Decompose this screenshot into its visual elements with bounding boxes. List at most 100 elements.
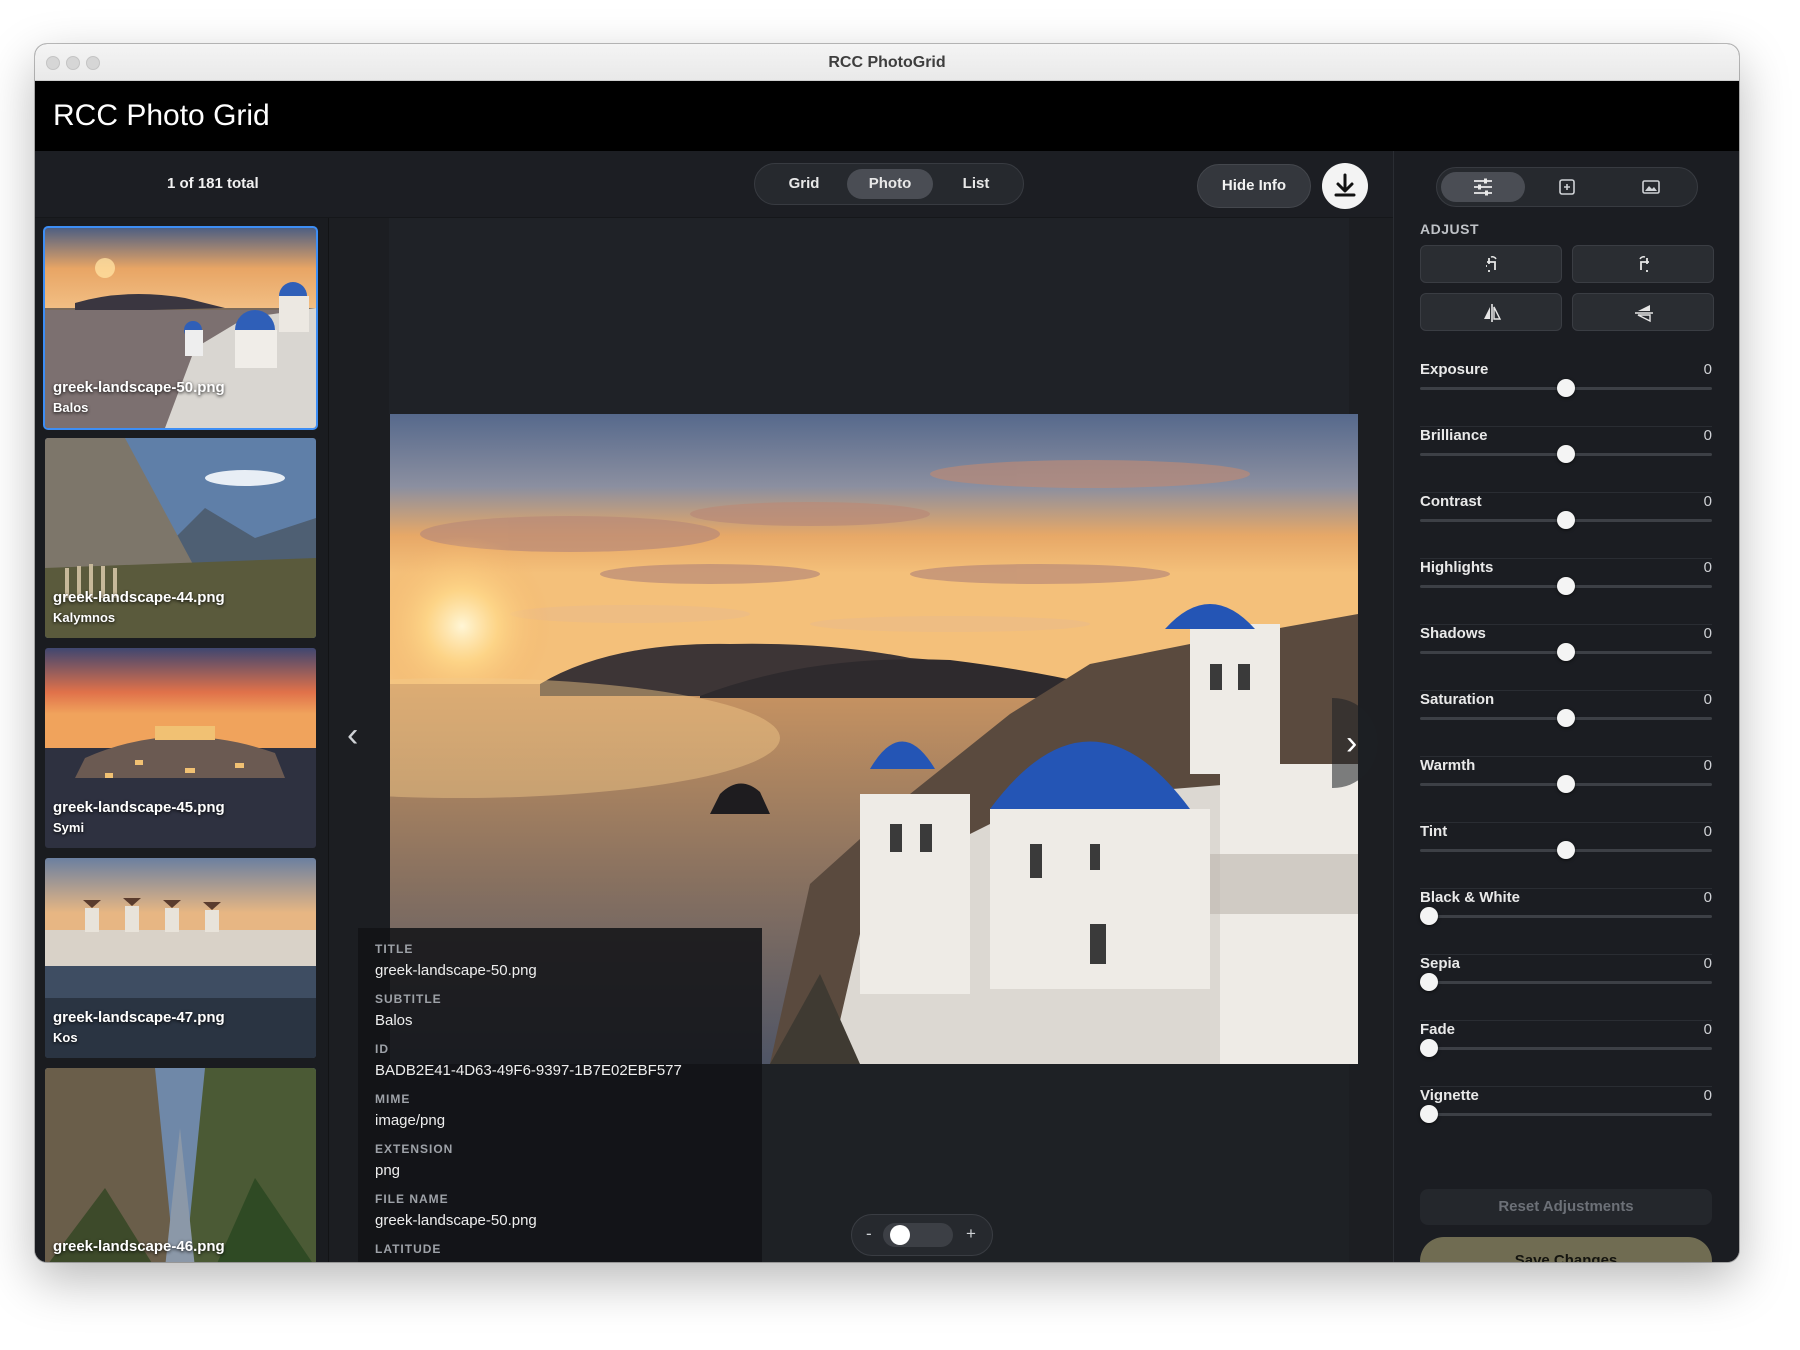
slider-knob[interactable] <box>1557 841 1575 859</box>
window-title: RCC PhotoGrid <box>828 54 946 71</box>
slider-value: 0 <box>1703 625 1712 642</box>
info-file-name-value: greek-landscape-50.png <box>375 1212 537 1229</box>
hide-info-button[interactable]: Hide Info <box>1197 164 1311 208</box>
slider-label: Exposure <box>1420 361 1489 378</box>
slider-black-white: Black & White 0 <box>1420 889 1712 955</box>
slider-fade: Fade 0 <box>1420 1021 1712 1087</box>
thumbnail-item[interactable]: greek-landscape-50.png Balos <box>43 226 318 430</box>
previous-photo-button[interactable]: ‹ <box>347 716 358 755</box>
thumbnail-title: greek-landscape-44.png <box>53 589 225 606</box>
slider-knob[interactable] <box>1420 973 1438 991</box>
flip-vertical-icon <box>1635 305 1653 323</box>
zoom-out-button[interactable]: - <box>866 1224 872 1244</box>
slider-knob[interactable] <box>1557 577 1575 595</box>
slider-value: 0 <box>1703 493 1712 510</box>
slider-tint: Tint 0 <box>1420 823 1712 889</box>
adjustment-panel: ADJUST Exposure 0 Brilliance 0 Contrast … <box>1393 151 1739 1262</box>
info-subtitle-value: Balos <box>375 1012 413 1029</box>
thumbnail-title: greek-landscape-46.png <box>53 1238 225 1255</box>
thumbnail-item[interactable]: greek-landscape-46.png <box>45 1068 316 1262</box>
thumbnail-image <box>45 1068 316 1262</box>
app-window: RCC PhotoGrid RCC Photo Grid 1 of 181 to… <box>35 44 1739 1262</box>
slider-knob[interactable] <box>1420 1039 1438 1057</box>
view-mode-switch: Grid Photo List <box>754 163 1024 205</box>
save-changes-button[interactable]: Save Changes <box>1420 1237 1712 1262</box>
thumbnail-title: greek-landscape-50.png <box>53 379 225 396</box>
crop-icon <box>1559 179 1575 195</box>
slider-value: 0 <box>1703 757 1712 774</box>
slider-knob[interactable] <box>1557 379 1575 397</box>
app-header: RCC Photo Grid <box>35 81 1739 151</box>
panel-tab-switch <box>1436 167 1698 207</box>
thumbnail-title: greek-landscape-47.png <box>53 1009 225 1026</box>
slider-sepia: Sepia 0 <box>1420 955 1712 1021</box>
thumbnail-item[interactable]: greek-landscape-44.png Kalymnos <box>45 438 316 638</box>
flip-vertical-button[interactable] <box>1572 293 1714 331</box>
rotate-left-button[interactable] <box>1420 245 1562 283</box>
download-button[interactable] <box>1322 163 1368 209</box>
slider-warmth: Warmth 0 <box>1420 757 1712 823</box>
slider-label: Black & White <box>1420 889 1521 906</box>
photo-count: 1 of 181 total <box>167 175 259 192</box>
slider-exposure: Exposure 0 <box>1420 361 1712 427</box>
slider-knob[interactable] <box>1557 511 1575 529</box>
view-list-button[interactable]: List <box>937 169 1015 199</box>
slider-knob[interactable] <box>1557 709 1575 727</box>
info-subtitle-label: SUBTITLE <box>375 992 442 1006</box>
info-mime-label: MIME <box>375 1092 411 1106</box>
rotate-left-icon <box>1486 256 1497 272</box>
slider-label: Contrast <box>1420 493 1482 510</box>
slider-knob[interactable] <box>1420 907 1438 925</box>
slider-vignette: Vignette 0 <box>1420 1087 1712 1153</box>
slider-label: Warmth <box>1420 757 1476 774</box>
info-extension-label: EXTENSION <box>375 1142 454 1156</box>
thumbnail-subtitle: Symi <box>53 820 85 835</box>
info-file-name-label: FILE NAME <box>375 1192 449 1206</box>
chevron-right-icon: › <box>1346 724 1358 762</box>
viewer-toolbar: 1 of 181 total Grid Photo List Hide Info <box>35 151 1393 218</box>
photo-info-panel: TITLE greek-landscape-50.png SUBTITLE Ba… <box>358 928 762 1262</box>
thumbnail-title: greek-landscape-45.png <box>53 799 225 816</box>
slider-track[interactable] <box>1420 1047 1712 1050</box>
thumbnail-image <box>45 438 316 638</box>
rotate-right-button[interactable] <box>1572 245 1714 283</box>
slider-highlights: Highlights 0 <box>1420 559 1712 625</box>
info-title-value: greek-landscape-50.png <box>375 962 537 979</box>
slider-track[interactable] <box>1420 915 1712 918</box>
view-photo-button[interactable]: Photo <box>847 169 933 199</box>
slider-track[interactable] <box>1420 1113 1712 1116</box>
slider-label: Shadows <box>1420 625 1486 642</box>
thumbnail-sidebar: greek-landscape-50.png Balos greek-lands… <box>35 218 329 1262</box>
download-icon <box>1334 173 1356 197</box>
thumbnail-item[interactable]: greek-landscape-45.png Symi <box>45 648 316 848</box>
slider-knob[interactable] <box>1557 775 1575 793</box>
slider-saturation: Saturation 0 <box>1420 691 1712 757</box>
thumbnail-item[interactable]: greek-landscape-47.png Kos <box>45 858 316 1058</box>
slider-value: 0 <box>1703 427 1712 444</box>
flip-horizontal-button[interactable] <box>1420 293 1562 331</box>
slider-knob[interactable] <box>1557 643 1575 661</box>
thumbnail-image <box>45 858 316 1058</box>
view-grid-button[interactable]: Grid <box>765 169 843 199</box>
thumbnail-subtitle: Kalymnos <box>53 610 116 625</box>
sliders-icon <box>1474 178 1492 196</box>
slider-shadows: Shadows 0 <box>1420 625 1712 691</box>
info-title-label: TITLE <box>375 942 414 956</box>
slider-knob[interactable] <box>1557 445 1575 463</box>
adjust-section-title: ADJUST <box>1420 221 1480 237</box>
slider-value: 0 <box>1703 955 1712 972</box>
zoom-slider-knob[interactable] <box>889 1225 910 1245</box>
rotate-right-icon <box>1639 256 1649 272</box>
info-id-label: ID <box>375 1042 389 1056</box>
zoom-in-button[interactable]: + <box>966 1224 976 1244</box>
reset-adjustments-button[interactable]: Reset Adjustments <box>1420 1189 1712 1225</box>
slider-label: Vignette <box>1420 1087 1479 1104</box>
slider-knob[interactable] <box>1420 1105 1438 1123</box>
slider-track[interactable] <box>1420 981 1712 984</box>
info-latitude-value: - <box>375 1260 380 1262</box>
tab-adjust[interactable] <box>1441 172 1525 202</box>
tab-crop[interactable] <box>1525 172 1609 202</box>
slider-label: Fade <box>1420 1021 1456 1038</box>
zoom-slider[interactable] <box>883 1223 953 1247</box>
tab-image-adjust[interactable] <box>1609 172 1693 202</box>
